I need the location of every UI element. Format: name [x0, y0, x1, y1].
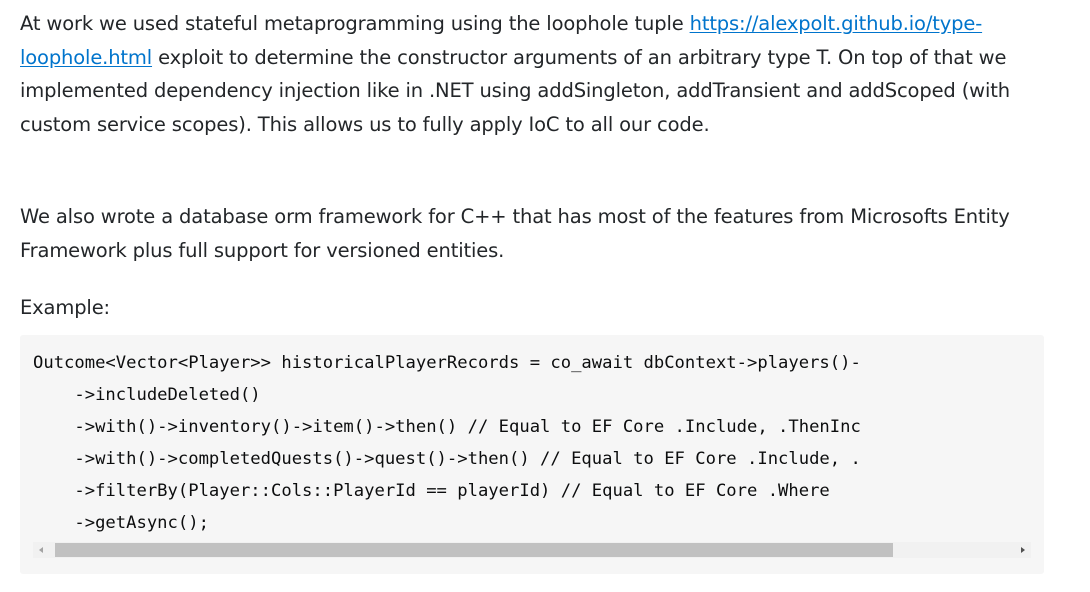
scroll-right-button[interactable]	[1015, 542, 1031, 558]
paragraph-orm-framework: We also wrote a database orm framework f…	[20, 205, 1010, 262]
code-line: ->filterBy(Player::Cols::PlayerId == pla…	[33, 481, 830, 501]
code-content: Outcome<Vector<Player>> historicalPlayer…	[33, 347, 1033, 539]
code-line: ->includeDeleted()	[33, 385, 261, 405]
code-horizontal-scrollbar[interactable]	[33, 542, 1031, 558]
triangle-right-icon	[1021, 547, 1025, 553]
paragraph-example-label: Example:	[20, 296, 110, 319]
code-line: ->with()->completedQuests()->quest()->th…	[33, 449, 861, 469]
paragraph1-text-before-link: At work we used stateful metaprogramming…	[20, 12, 690, 35]
paragraph1-text-after-link: exploit to determine the constructor arg…	[20, 45, 1010, 136]
code-line: ->with()->inventory()->item()->then() //…	[33, 417, 861, 437]
code-line: Outcome<Vector<Player>> historicalPlayer…	[33, 353, 861, 373]
code-line: ->getAsync();	[33, 513, 209, 533]
scroll-left-button[interactable]	[33, 542, 49, 558]
scrollbar-thumb[interactable]	[55, 543, 893, 557]
triangle-left-icon	[39, 547, 43, 553]
paragraph-dependency-injection: At work we used stateful metaprogramming…	[20, 7, 1045, 141]
code-block[interactable]: Outcome<Vector<Player>> historicalPlayer…	[20, 335, 1044, 574]
